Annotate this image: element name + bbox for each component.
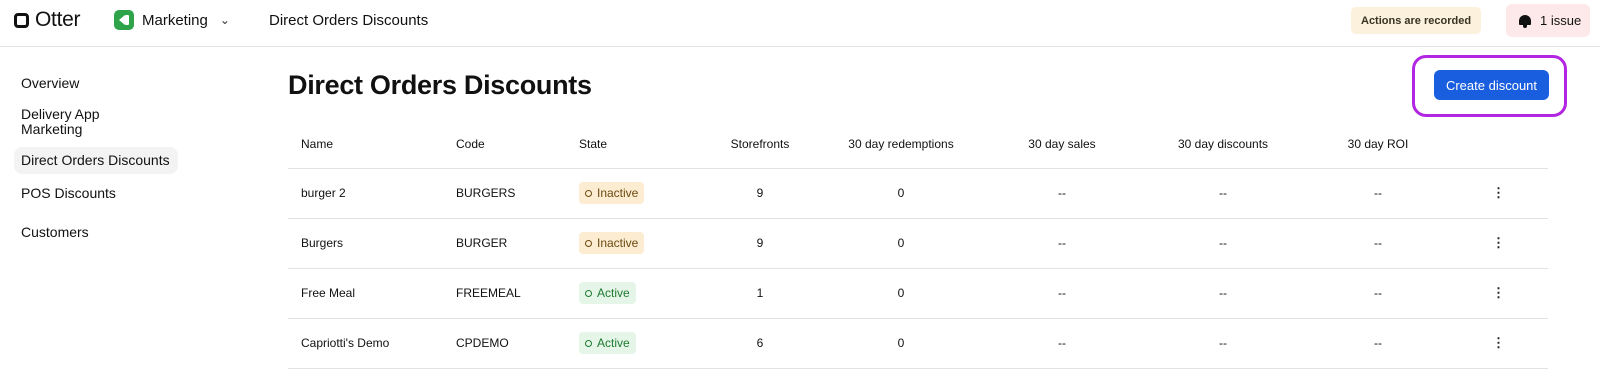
more-options-icon[interactable]: ⋮ xyxy=(1492,186,1505,199)
cell-code: BURGERS xyxy=(456,168,579,219)
sidebar-item-customers[interactable]: Customers xyxy=(14,219,182,246)
status-dot-icon xyxy=(585,339,592,347)
table-row[interactable]: Capriotti's Demo CPDEMO Active 6 0 -- --… xyxy=(288,318,1548,369)
discounts-table: Name Code State Storefronts 30 day redem… xyxy=(288,120,1548,369)
top-bar: Otter Marketing ⌄ Direct Orders Discount… xyxy=(0,0,1600,47)
create-discount-highlight: Create discount xyxy=(1412,55,1567,117)
status-dot-icon xyxy=(585,289,592,297)
table-row[interactable]: Burgers BURGER Inactive 9 0 -- -- -- ⋮ xyxy=(288,218,1548,269)
bell-icon xyxy=(1518,14,1532,28)
column-header-redemptions[interactable]: 30 day redemptions xyxy=(821,120,981,169)
cell-name: burger 2 xyxy=(288,168,456,219)
cell-redemptions: 0 xyxy=(821,218,981,269)
create-discount-button[interactable]: Create discount xyxy=(1434,70,1549,100)
cell-name: Capriotti's Demo xyxy=(288,318,456,369)
more-options-icon[interactable]: ⋮ xyxy=(1492,236,1505,249)
actions-recorded-badge: Actions are recorded xyxy=(1351,7,1482,34)
status-label: Inactive xyxy=(597,186,639,200)
cell-roi: -- xyxy=(1303,268,1453,319)
cell-sales: -- xyxy=(981,168,1143,219)
status-label: Active xyxy=(597,286,630,300)
sidebar: Overview Delivery App Marketing Direct O… xyxy=(14,70,182,250)
sidebar-item-overview[interactable]: Overview xyxy=(14,70,182,97)
cell-roi: -- xyxy=(1303,168,1453,219)
status-dot-icon xyxy=(585,189,592,197)
cell-discounts: -- xyxy=(1143,268,1303,319)
cell-storefronts: 9 xyxy=(699,218,821,269)
chevron-down-icon: ⌄ xyxy=(219,13,230,27)
cell-redemptions: 0 xyxy=(821,318,981,369)
workspace-name: Marketing xyxy=(142,11,208,29)
workspace-selector[interactable]: Marketing ⌄ xyxy=(114,10,230,30)
otter-logo[interactable]: Otter xyxy=(14,8,80,32)
cell-discounts: -- xyxy=(1143,218,1303,269)
status-badge: Inactive xyxy=(579,232,645,254)
marketing-app-icon xyxy=(114,10,134,30)
table-row[interactable]: Free Meal FREEMEAL Active 1 0 -- -- -- ⋮ xyxy=(288,268,1548,319)
cell-sales: -- xyxy=(981,218,1143,269)
status-badge: Active xyxy=(579,282,636,304)
cell-redemptions: 0 xyxy=(821,268,981,319)
more-options-icon[interactable]: ⋮ xyxy=(1492,336,1505,349)
column-header-actions xyxy=(1453,120,1548,169)
otter-logo-icon xyxy=(14,12,29,28)
status-label: Inactive xyxy=(597,236,639,250)
cell-roi: -- xyxy=(1303,318,1453,369)
status-dot-icon xyxy=(585,239,592,247)
sidebar-item-direct-orders-discounts[interactable]: Direct Orders Discounts xyxy=(14,147,178,174)
issues-button[interactable]: 1 issue xyxy=(1506,4,1590,37)
cell-name: Burgers xyxy=(288,218,456,269)
column-header-state[interactable]: State xyxy=(579,120,699,169)
table-row[interactable]: burger 2 BURGERS Inactive 9 0 -- -- -- ⋮ xyxy=(288,168,1548,219)
column-header-discounts[interactable]: 30 day discounts xyxy=(1143,120,1303,169)
cell-storefronts: 9 xyxy=(699,168,821,219)
table-header-row: Name Code State Storefronts 30 day redem… xyxy=(288,120,1548,169)
cell-code: BURGER xyxy=(456,218,579,269)
cell-redemptions: 0 xyxy=(821,168,981,219)
issues-label: 1 issue xyxy=(1540,13,1582,28)
cell-discounts: -- xyxy=(1143,168,1303,219)
column-header-sales[interactable]: 30 day sales xyxy=(981,120,1143,169)
more-options-icon[interactable]: ⋮ xyxy=(1492,286,1505,299)
cell-code: CPDEMO xyxy=(456,318,579,369)
cell-discounts: -- xyxy=(1143,318,1303,369)
column-header-name[interactable]: Name xyxy=(288,120,456,169)
sidebar-item-delivery-app-marketing[interactable]: Delivery App Marketing xyxy=(14,101,124,143)
cell-roi: -- xyxy=(1303,218,1453,269)
column-header-roi[interactable]: 30 day ROI xyxy=(1303,120,1453,169)
status-badge: Inactive xyxy=(579,182,645,204)
page-title: Direct Orders Discounts xyxy=(288,70,592,100)
status-badge: Active xyxy=(579,332,636,354)
cell-sales: -- xyxy=(981,318,1143,369)
cell-code: FREEMEAL xyxy=(456,268,579,319)
column-header-storefronts[interactable]: Storefronts xyxy=(699,120,821,169)
breadcrumb: Direct Orders Discounts xyxy=(269,12,429,29)
column-header-code[interactable]: Code xyxy=(456,120,579,169)
cell-storefronts: 1 xyxy=(699,268,821,319)
cell-sales: -- xyxy=(981,268,1143,319)
cell-storefronts: 6 xyxy=(699,318,821,369)
cell-name: Free Meal xyxy=(288,268,456,319)
sidebar-item-pos-discounts[interactable]: POS Discounts xyxy=(14,180,182,207)
status-label: Active xyxy=(597,336,630,350)
logo-text: Otter xyxy=(35,8,81,31)
